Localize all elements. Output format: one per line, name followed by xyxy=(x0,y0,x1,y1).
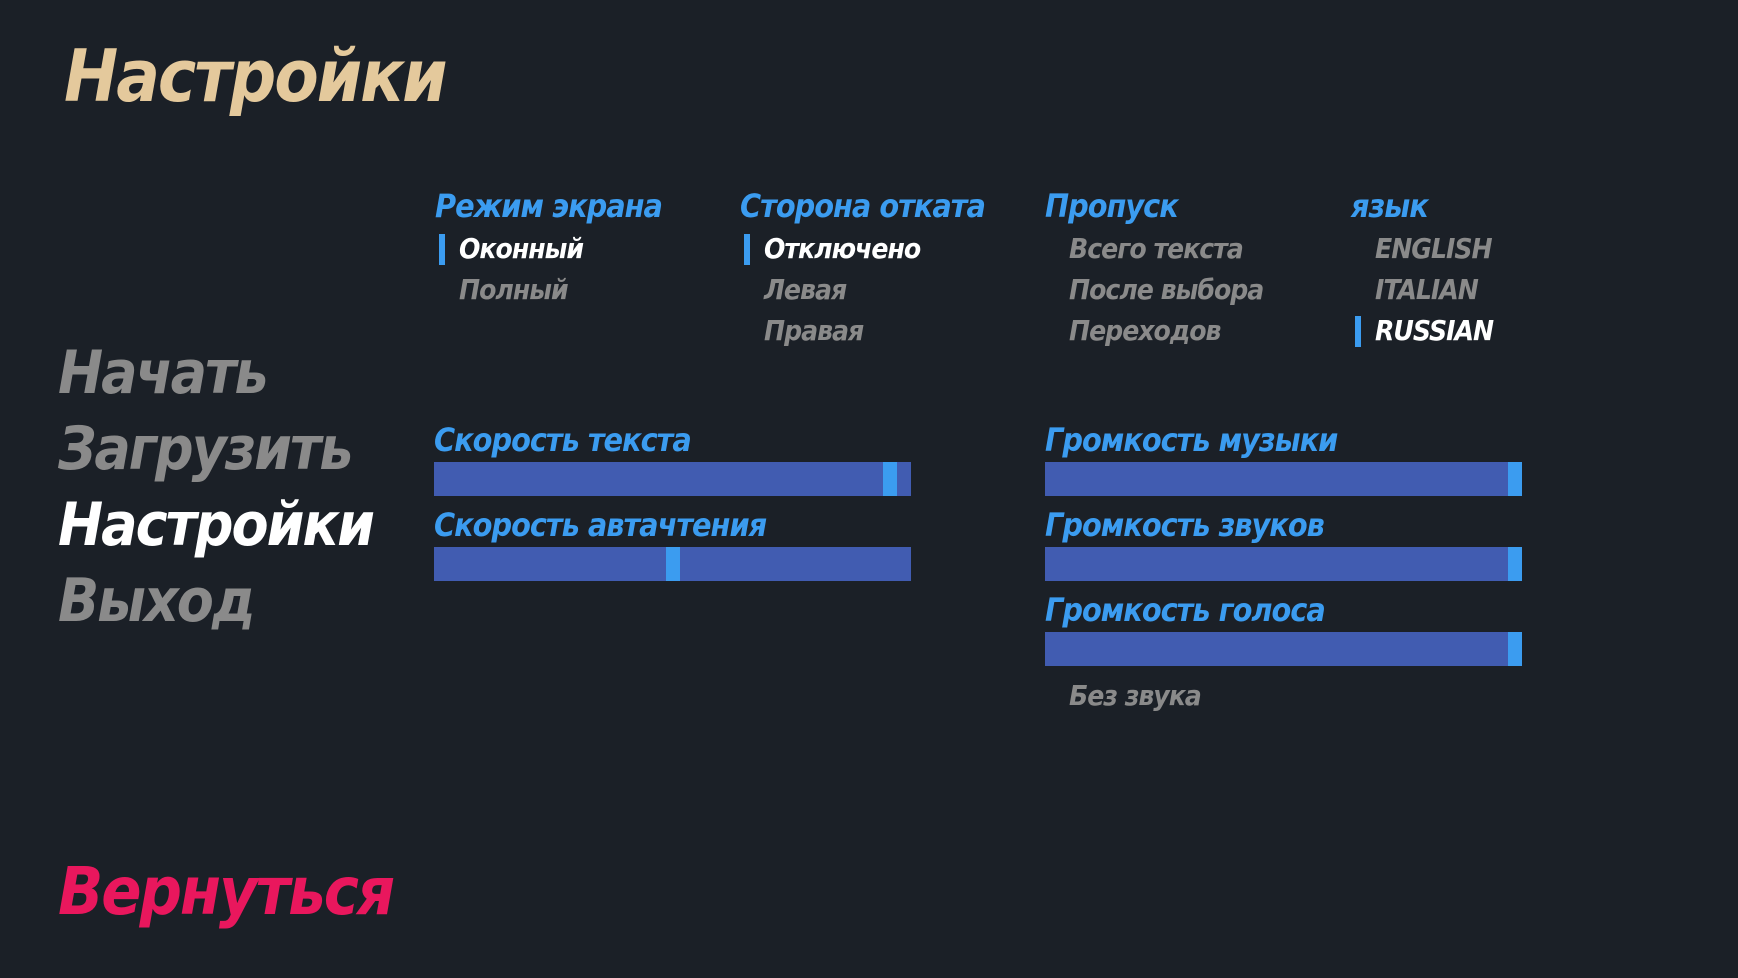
pref-option-rollback-disabled[interactable]: Отключено xyxy=(740,228,1030,269)
pref-option-rollback-left[interactable]: Левая xyxy=(740,269,1030,310)
slider-label-voice-volume: Громкость голоса xyxy=(1045,591,1326,629)
sound-volume-slider-thumb[interactable] xyxy=(1508,547,1522,581)
pref-label-language: язык xyxy=(1351,187,1429,225)
pref-option-skip-transitions[interactable]: Переходов xyxy=(1045,310,1335,351)
pref-option-skip-after-choices[interactable]: После выбора xyxy=(1045,269,1335,310)
slider-group-auto-forward: Скорость автачтения xyxy=(434,505,911,581)
sound-volume-slider[interactable] xyxy=(1045,547,1522,581)
slider-label-music-volume: Громкость музыки xyxy=(1045,421,1338,459)
music-volume-slider-thumb[interactable] xyxy=(1508,462,1522,496)
pref-group-display: Режим экрана Оконный Полный xyxy=(435,186,725,310)
pref-label-rollback: Сторона отката xyxy=(740,187,986,225)
page-title: Настройки xyxy=(64,34,447,118)
pref-group-rollback: Сторона отката Отключено Левая Правая xyxy=(740,186,1030,351)
return-button[interactable]: Вернуться xyxy=(58,852,395,932)
pref-option-language-english[interactable]: ENGLISH xyxy=(1351,228,1641,269)
slider-group-text-speed: Скорость текста xyxy=(434,420,911,496)
mute-all-button[interactable]: Без звука xyxy=(1069,676,1202,716)
pref-option-display-fullscreen[interactable]: Полный xyxy=(435,269,725,310)
slider-group-sound-volume: Громкость звуков xyxy=(1045,505,1522,581)
pref-option-language-russian[interactable]: RUSSIAN xyxy=(1351,310,1641,351)
music-volume-slider[interactable] xyxy=(1045,462,1522,496)
text-speed-slider-thumb[interactable] xyxy=(883,462,897,496)
main-menu: Начать Загрузить Настройки Выход xyxy=(58,335,375,639)
pref-group-language: язык ENGLISH ITALIAN RUSSIAN xyxy=(1351,186,1641,351)
voice-volume-slider-thumb[interactable] xyxy=(1508,632,1522,666)
pref-label-display: Режим экрана xyxy=(435,187,663,225)
auto-forward-slider-thumb[interactable] xyxy=(666,547,680,581)
menu-item-preferences[interactable]: Настройки xyxy=(58,487,375,563)
menu-item-load[interactable]: Загрузить xyxy=(58,411,373,487)
slider-group-voice-volume: Громкость голоса xyxy=(1045,590,1522,666)
pref-option-display-window[interactable]: Оконный xyxy=(435,228,725,269)
menu-item-quit[interactable]: Выход xyxy=(58,563,373,639)
voice-volume-slider[interactable] xyxy=(1045,632,1522,666)
auto-forward-slider[interactable] xyxy=(434,547,911,581)
pref-option-rollback-right[interactable]: Правая xyxy=(740,310,1030,351)
pref-group-skip: Пропуск Всего текста После выбора Перехо… xyxy=(1045,186,1335,351)
slider-group-music-volume: Громкость музыки xyxy=(1045,420,1522,496)
text-speed-slider[interactable] xyxy=(434,462,911,496)
slider-label-auto-forward: Скорость автачтения xyxy=(434,506,767,544)
pref-option-skip-unseen[interactable]: Всего текста xyxy=(1045,228,1335,269)
slider-label-sound-volume: Громкость звуков xyxy=(1045,506,1325,544)
slider-label-text-speed: Скорость текста xyxy=(434,421,692,459)
pref-label-skip: Пропуск xyxy=(1045,187,1179,225)
pref-option-language-italian[interactable]: ITALIAN xyxy=(1351,269,1641,310)
menu-item-start[interactable]: Начать xyxy=(58,335,373,411)
